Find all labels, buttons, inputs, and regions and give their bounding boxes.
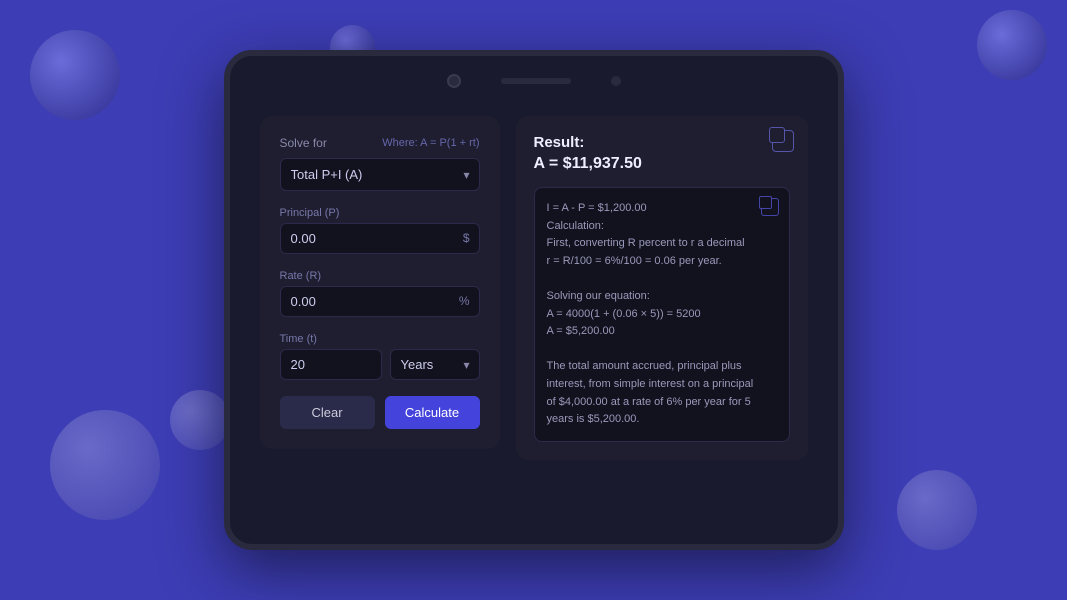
solve-for-label: Solve for: [280, 136, 327, 150]
tablet-sensor: [611, 76, 621, 86]
detail-line-4: r = R/100 = 6%/100 = 0.06 per year.: [547, 253, 757, 271]
tablet-frame: Solve for Where: A = P(1 + rt) Total P+I…: [224, 50, 844, 550]
result-panel: Result: A = $11,937.50 I = A - P = $1,20…: [516, 116, 808, 460]
result-main-value: A = $11,937.50: [534, 155, 790, 173]
background-orb-4: [50, 410, 160, 520]
principal-input[interactable]: [280, 223, 480, 254]
background-orb-1: [30, 30, 120, 120]
time-row: Years Months Days ▾: [280, 349, 480, 380]
copy-detail-icon[interactable]: [761, 198, 779, 216]
time-unit-select[interactable]: Years Months Days: [390, 349, 480, 380]
action-buttons: Clear Calculate: [280, 396, 480, 429]
detail-line-8: A = $5,200.00: [547, 323, 757, 341]
solve-for-wrapper: Total P+I (A) Principal (P) Rate (R) Tim…: [280, 158, 480, 191]
detail-line-3: First, converting R percent to r a decim…: [547, 235, 757, 253]
solve-for-header: Solve for Where: A = P(1 + rt): [280, 136, 480, 150]
principal-suffix-icon: $: [463, 231, 470, 245]
detail-line-2: Calculation:: [547, 218, 757, 236]
result-detail-text: I = A - P = $1,200.00 Calculation: First…: [547, 200, 777, 429]
detail-line-6: Solving our equation:: [547, 288, 757, 306]
rate-suffix-icon: %: [459, 294, 470, 308]
time-label: Time (t): [280, 333, 480, 345]
tablet-top-bar: [230, 56, 838, 106]
time-wrapper: Time (t) Years Months Days ▾: [280, 333, 480, 380]
background-orb-3: [977, 10, 1047, 80]
detail-line-7: A = 4000(1 + (0.06 × 5)) = 5200: [547, 306, 757, 324]
detail-line-1: I = A - P = $1,200.00: [547, 200, 757, 218]
detail-line-11: interest, from simple interest on a prin…: [547, 376, 757, 394]
tablet-content: Solve for Where: A = P(1 + rt) Total P+I…: [230, 106, 838, 544]
rate-wrapper: Rate (R) %: [280, 270, 480, 317]
rate-input[interactable]: [280, 286, 480, 317]
background-orb-6: [897, 470, 977, 550]
tablet-camera: [447, 74, 461, 88]
background-orb-5: [170, 390, 230, 450]
rate-label: Rate (R): [280, 270, 480, 282]
principal-label: Principal (P): [280, 207, 480, 219]
time-input[interactable]: [280, 349, 382, 380]
result-title: Result:: [534, 134, 790, 151]
result-detail-box: I = A - P = $1,200.00 Calculation: First…: [534, 187, 790, 442]
time-unit-wrapper: Years Months Days ▾: [390, 349, 480, 380]
principal-wrapper: Principal (P) $: [280, 207, 480, 254]
calculate-button[interactable]: Calculate: [385, 396, 480, 429]
detail-line-12: of $4,000.00 at a rate of 6% per year fo…: [547, 394, 757, 412]
clear-button[interactable]: Clear: [280, 396, 375, 429]
calculator-panel: Solve for Where: A = P(1 + rt) Total P+I…: [260, 116, 500, 449]
formula-label: Where: A = P(1 + rt): [382, 137, 479, 149]
solve-for-select[interactable]: Total P+I (A) Principal (P) Rate (R) Tim…: [280, 158, 480, 191]
copy-result-icon[interactable]: [772, 130, 794, 152]
detail-line-5: [547, 270, 757, 288]
detail-line-9: [547, 341, 757, 359]
tablet-speaker: [501, 78, 571, 84]
time-input-wrap: [280, 349, 382, 380]
detail-line-13: years is $5,200.00.: [547, 411, 757, 429]
detail-line-10: The total amount accrued, principal plus: [547, 358, 757, 376]
